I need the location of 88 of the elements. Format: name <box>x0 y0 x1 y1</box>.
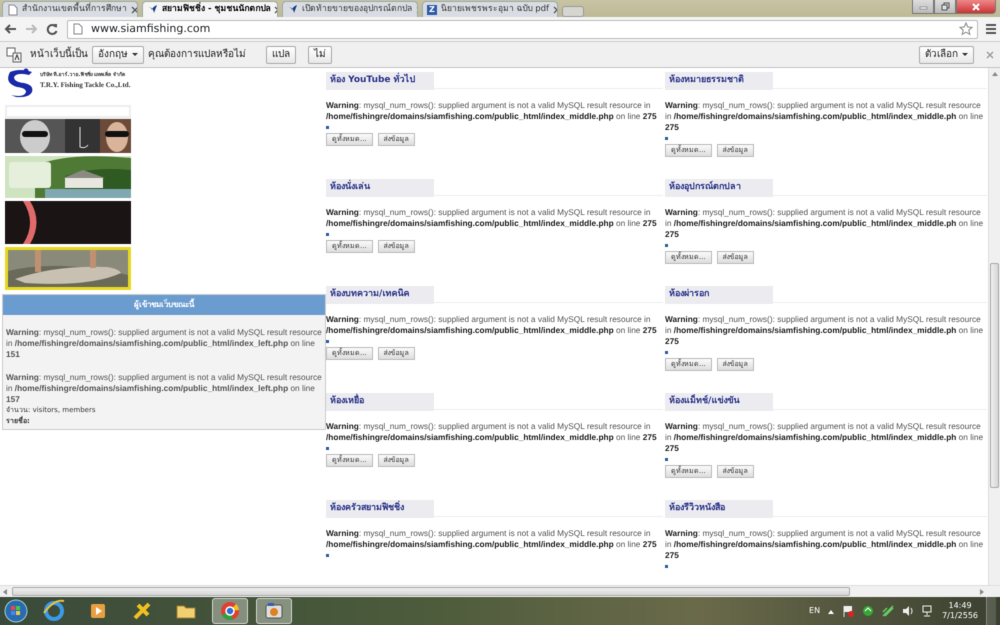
translate-prompt: คุณต้องการแปลหรือไม่ <box>148 47 246 62</box>
bullet-icon <box>326 554 329 557</box>
start-button[interactable] <box>4 599 28 623</box>
room-title[interactable]: ห้องอุปกรณ์ตกปลา <box>665 179 773 196</box>
url-text: www.siamfishing.com <box>91 20 210 37</box>
warning-message: Warning: mysql_num_rows(): supplied argument is not a valid MySQL result resource in /home/fishingre/domains/siamfishing.com/public_html/index_middle.ph on line 275 <box>665 100 984 133</box>
minimize-button[interactable] <box>912 0 934 14</box>
warning-message: Warning: mysql_num_rows(): supplied argument is not a valid MySQL result resource in /home/fishingre/domains/siamfishing.com/public_html/index_middle.ph on line 275 <box>665 528 984 561</box>
warning-message: Warning: mysql_num_rows(): supplied argument is not a valid MySQL result resource in /home/fishingre/domains/siamfishing.com/public_html/index_middle.ph on line 275 <box>665 207 984 240</box>
vertical-scrollbar[interactable] <box>988 68 1000 585</box>
clock[interactable]: 14:49 7/1/2556 <box>942 601 978 621</box>
update-icon[interactable] <box>862 605 874 617</box>
tab-title: สยามฟิชชิ่ง - ชุมชนนักตกปล <box>162 3 270 16</box>
back-icon[interactable] <box>4 23 17 35</box>
scroll-left-icon[interactable] <box>3 589 7 595</box>
browser-tab[interactable]: เปิดท้ายขายของอุปกรณ์ตกปล <box>282 1 418 17</box>
scroll-right-icon[interactable] <box>980 589 984 595</box>
bullet-icon <box>665 565 668 568</box>
letter-icon: Z <box>427 4 437 14</box>
scrollbar-thumb[interactable] <box>990 263 999 488</box>
bird-icon <box>287 4 298 15</box>
warning-message: Warning: mysql_num_rows(): supplied argument is not a valid MySQL result resource in /home/fishingre/domains/siamfishing.com/public_html/index_left.php on line 151 <box>5 327 323 360</box>
language-dropdown[interactable]: อังกฤษ <box>92 46 144 64</box>
bullet-icon <box>326 447 329 450</box>
tab-title: เปิดท้ายขายของอุปกรณ์ตกปล <box>302 3 412 16</box>
flag-icon[interactable] <box>842 605 854 617</box>
warning-message: Warning: mysql_num_rows(): supplied argument is not a valid MySQL result resource in /home/fishingre/domains/siamfishing.com/public_html/index_middle.ph on line 275 <box>665 421 984 454</box>
signal-icon[interactable] <box>882 605 894 617</box>
room-title[interactable]: ห้องรีวิวหนังสือ <box>665 500 773 518</box>
warning-message: Warning: mysql_num_rows(): supplied argument is not a valid MySQL result resource in /home/fishingre/domains/siamfishing.com/public_html/index_middle.php on line 275 <box>326 100 658 122</box>
taskbar-app[interactable] <box>256 598 292 624</box>
warning-message: Warning: mysql_num_rows(): supplied argument is not a valid MySQL result resource in /home/fishingre/domains/siamfishing.com/public_html/index_left.php on line 157 <box>5 372 323 405</box>
scroll-up-icon[interactable] <box>992 72 998 76</box>
warning-message: Warning: mysql_num_rows(): supplied argument is not a valid MySQL result resource in /home/fishingre/domains/siamfishing.com/public_html/index_middle.php on line 275 <box>326 528 658 550</box>
close-icon <box>972 2 980 10</box>
star-icon[interactable] <box>959 22 973 36</box>
close-button[interactable] <box>956 0 996 14</box>
bullet-icon <box>665 351 668 354</box>
bullet-icon <box>326 233 329 236</box>
menu-icon[interactable] <box>986 23 996 35</box>
translate-prompt: หน้าเว็บนี้เป็น <box>30 47 88 62</box>
options-button[interactable]: ตัวเลือก <box>919 46 974 64</box>
caret-icon <box>132 53 138 56</box>
bird-icon <box>147 4 158 15</box>
volume-icon[interactable] <box>902 605 914 617</box>
address-bar[interactable]: www.siamfishing.com <box>67 20 978 38</box>
warning-message: Warning: mysql_num_rows(): supplied argument is not a valid MySQL result resource in /home/fishingre/domains/siamfishing.com/public_html/index_middle.php on line 275 <box>326 314 658 336</box>
room-title[interactable]: ห้องบทความ/เทคนิค <box>326 286 434 304</box>
warning-message: Warning: mysql_num_rows(): supplied argument is not a valid MySQL result resource in /home/fishingre/domains/siamfishing.com/public_html/index_middle.php on line 275 <box>326 207 658 229</box>
browser-tab[interactable]: Z นิยายเพชรพระอุมา ฉบับ pdf <box>422 1 558 17</box>
room-title[interactable]: ห้องครัวสยามฟิชชิ่ง <box>326 500 434 518</box>
tab-title: สำนักงานเขตพื้นที่การศึกษา <box>22 3 127 16</box>
room-title[interactable]: ห้องผ่ารอก <box>665 286 773 304</box>
clock-date: 7/1/2556 <box>942 611 978 621</box>
clock-time: 14:49 <box>948 601 973 611</box>
tab-title: นิยายเพชรพระอุมา ฉบับ pdf <box>440 3 549 16</box>
caret-icon <box>962 53 968 56</box>
no-button[interactable]: ไม่ <box>308 46 332 64</box>
network-icon[interactable] <box>922 605 934 617</box>
room-title[interactable]: ห้องนั่งเล่น <box>326 179 434 196</box>
translate-button[interactable]: แปล <box>266 46 296 64</box>
browser-tab[interactable]: สยามฟิชชิ่ง - ชุมชนนักตกปล <box>142 1 278 17</box>
room-title[interactable]: ห้องแม็ทช์/แข่งขัน <box>665 393 773 410</box>
chrome-icon <box>218 599 242 623</box>
horizontal-scrollbar[interactable] <box>0 585 1000 597</box>
room-title[interactable]: ห้อง YouTube ทั่วไป <box>326 72 434 90</box>
bullet-icon <box>665 137 668 140</box>
bullet-icon <box>326 340 329 343</box>
close-icon[interactable] <box>131 6 137 14</box>
bullet-icon <box>665 244 668 247</box>
restore-icon <box>940 2 950 11</box>
reload-icon[interactable] <box>46 23 59 35</box>
restore-button[interactable] <box>934 0 956 14</box>
page-icon <box>72 23 83 35</box>
browser-icon <box>42 599 66 623</box>
bullet-icon <box>326 126 329 129</box>
expand-icon[interactable] <box>828 608 834 614</box>
room-title[interactable]: ห้องเหยื่อ <box>326 393 434 410</box>
warning-message: Warning: mysql_num_rows(): supplied argument is not a valid MySQL result resource in /home/fishingre/domains/siamfishing.com/public_html/index_middle.php on line 275 <box>326 421 658 443</box>
language-indicator[interactable]: EN <box>809 605 820 617</box>
room-title[interactable]: ห้องหมายธรรมชาติ <box>665 72 773 90</box>
panel-title: ผู้เข้าชมเว็บขณะนี้ <box>3 295 325 315</box>
scrollbar-thumb[interactable] <box>12 587 850 596</box>
bullet-icon <box>665 458 668 461</box>
browser-tab[interactable]: สำนักงานเขตพื้นที่การศึกษา <box>2 1 138 17</box>
taskbar-app[interactable] <box>212 598 248 624</box>
translate-icon <box>6 46 22 62</box>
warning-message: Warning: mysql_num_rows(): supplied argument is not a valid MySQL result resource in /home/fishingre/domains/siamfishing.com/public_html/index_middle.ph on line 275 <box>665 314 984 347</box>
